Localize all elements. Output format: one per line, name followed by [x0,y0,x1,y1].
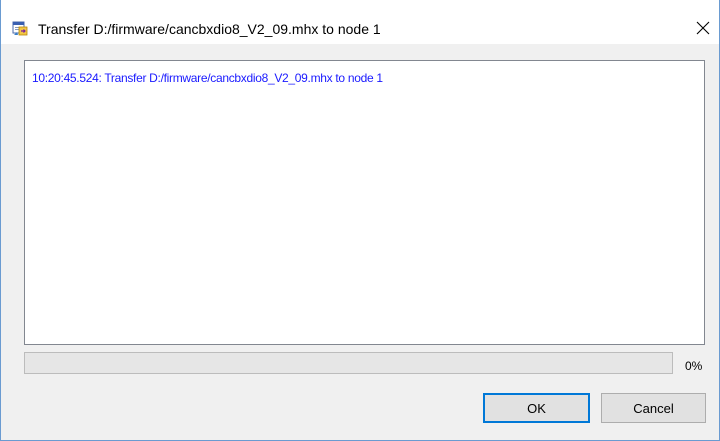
log-line: 10:20:45.524: Transfer D:/firmware/cancb… [32,71,383,85]
title-bar[interactable]: Transfer D:/firmware/cancbxdio8_V2_09.mh… [1,0,719,44]
close-button[interactable] [687,12,719,44]
close-icon [696,21,710,35]
window-title: Transfer D:/firmware/cancbxdio8_V2_09.mh… [38,21,381,37]
progress-percent-label: 0% [685,359,703,373]
transfer-progress-bar [24,352,673,374]
log-listbox[interactable]: 10:20:45.524: Transfer D:/firmware/cancb… [24,60,705,345]
ok-button[interactable]: OK [483,393,590,423]
cancel-button[interactable]: Cancel [601,393,706,423]
transfer-app-icon [12,21,28,36]
transfer-dialog: Transfer D:/firmware/cancbxdio8_V2_09.mh… [0,0,720,441]
